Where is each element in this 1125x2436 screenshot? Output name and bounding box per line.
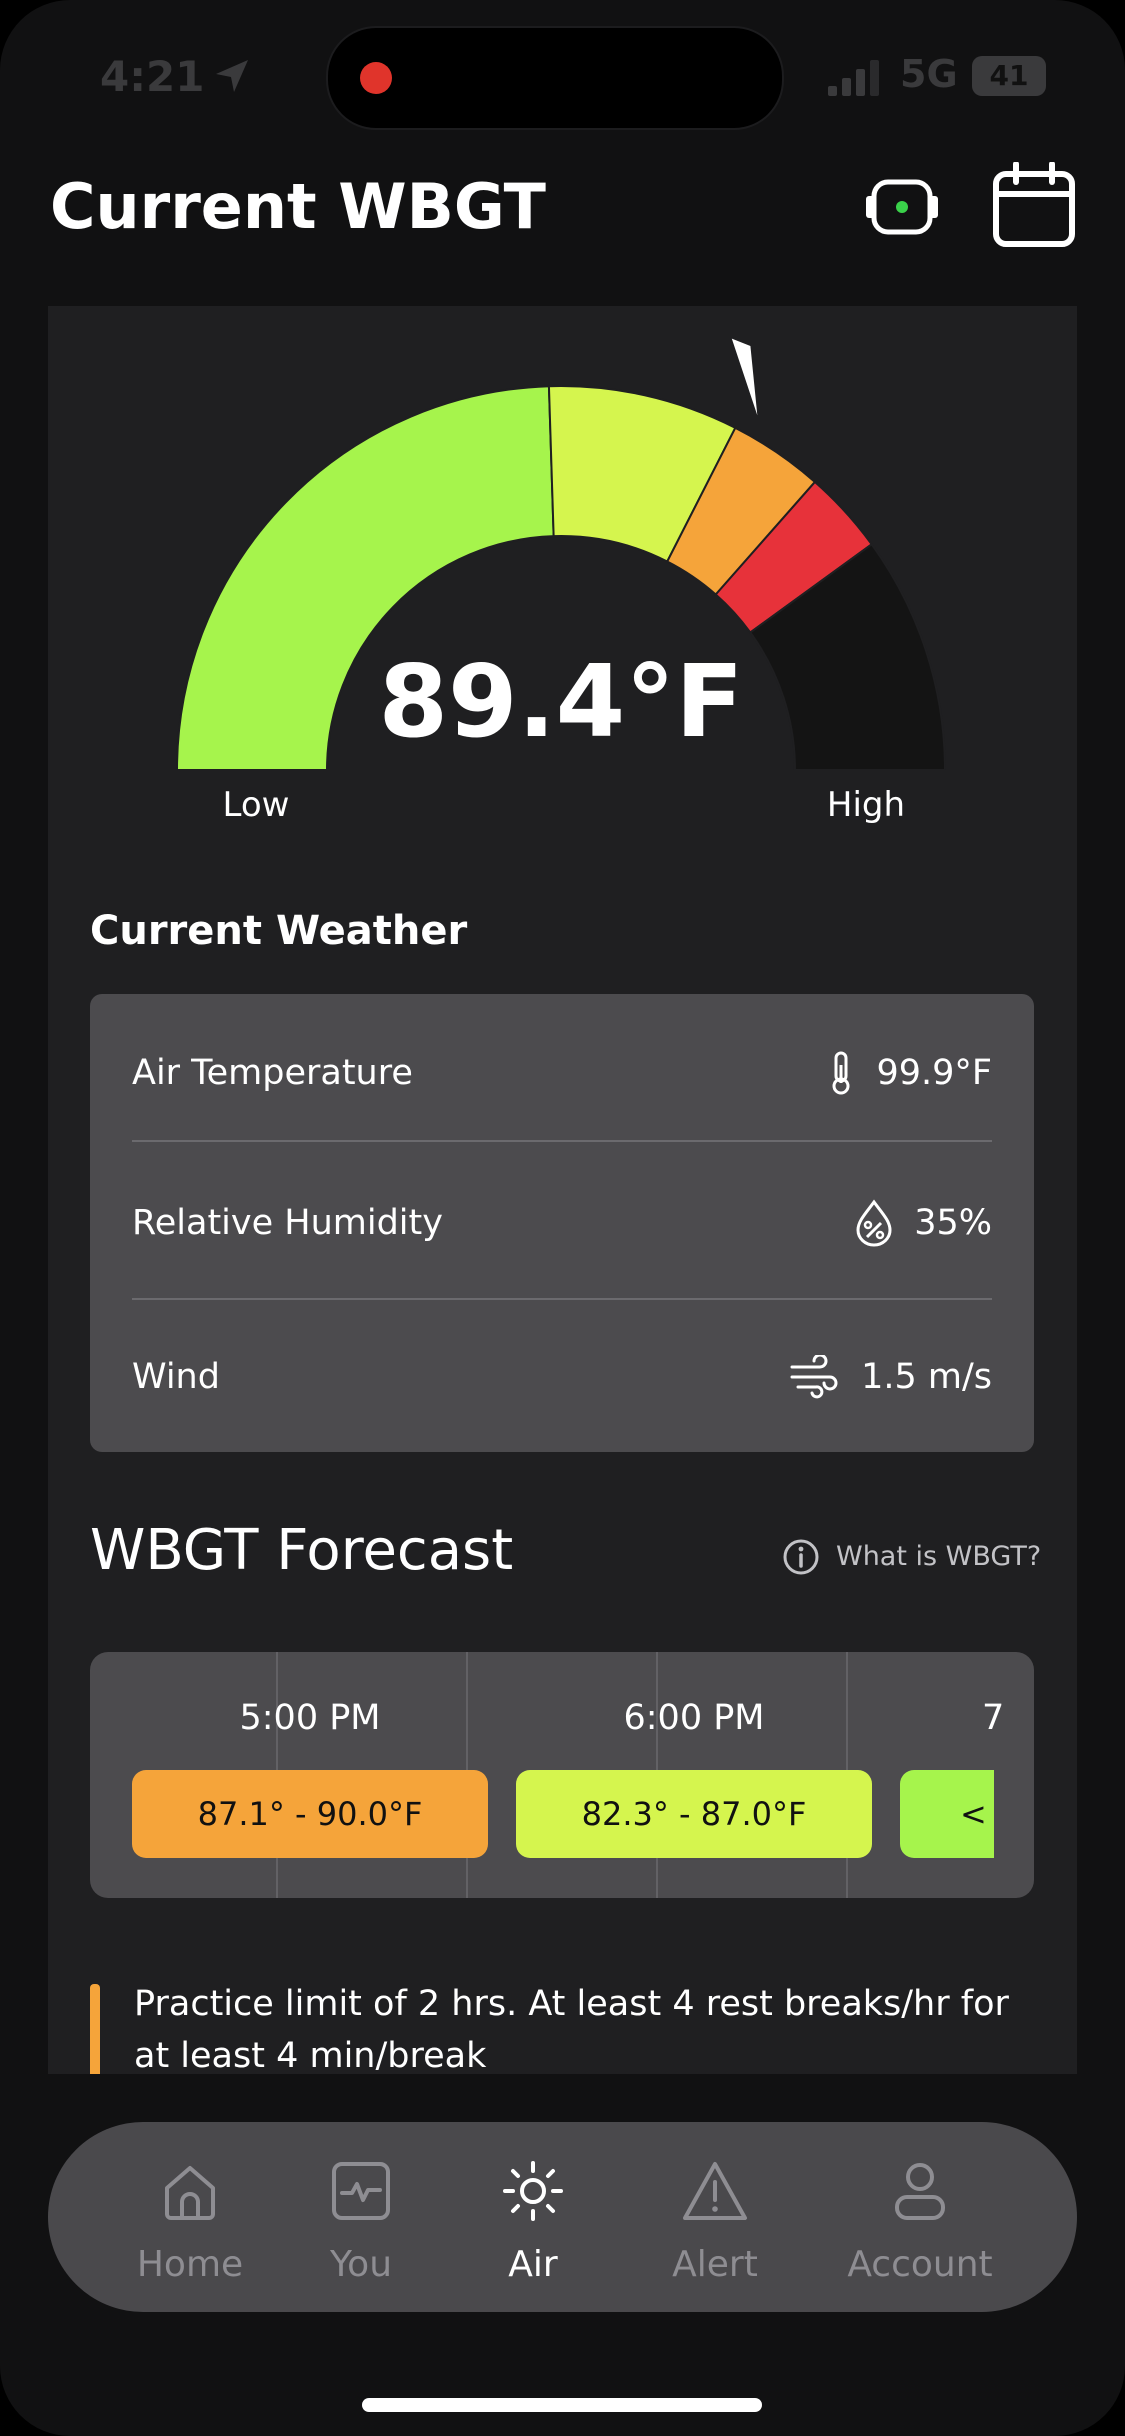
tab-alert-label: Alert	[672, 2244, 758, 2285]
tab-air-label: Air	[508, 2244, 558, 2285]
network-type: 5G	[900, 52, 958, 96]
location-arrow-icon	[216, 60, 248, 92]
sun-icon	[503, 2161, 563, 2221]
weather-row-relative-humidity: Relative Humidity 35%	[132, 1144, 992, 1302]
relative-humidity-value: 35%	[914, 1203, 992, 1243]
wearable-device-icon[interactable]	[864, 176, 940, 238]
gauge-pointer-icon	[731, 338, 758, 416]
gauge-high-label: High	[827, 785, 905, 825]
wbgt-gauge: 89.4°F Low High	[175, 338, 947, 825]
tab-account-label: Account	[847, 2244, 993, 2285]
wind-icon	[790, 1355, 838, 1399]
air-temperature-label: Air Temperature	[132, 1053, 413, 1093]
forecast-range-3[interactable]: <	[900, 1770, 994, 1858]
guidance-text: Practice limit of 2 hrs. At least 4 rest…	[134, 1984, 1009, 2074]
tab-you[interactable]: You	[306, 2122, 416, 2312]
tab-you-label: You	[329, 2244, 393, 2285]
forecast-time-3: 7	[982, 1698, 1005, 1738]
tab-home[interactable]: Home	[118, 2122, 262, 2312]
forecast-card[interactable]: 5:00 PM 87.1° - 90.0°F 6:00 PM 82.3° - 8…	[90, 1652, 1034, 1898]
info-icon	[783, 1539, 819, 1575]
relative-humidity-label: Relative Humidity	[132, 1203, 443, 1243]
thermometer-icon	[832, 1051, 850, 1095]
phone-screen: 4:21 5G 41 Current WBGT 89.4°F Low High …	[0, 0, 1125, 2436]
wbgt-forecast-title: WBGT Forecast	[90, 1518, 514, 1583]
air-temperature-value: 99.9°F	[876, 1053, 992, 1093]
calendar-icon[interactable]	[992, 162, 1076, 248]
status-time: 4:21	[100, 52, 205, 101]
cellular-signal-icon	[828, 60, 879, 96]
tab-bar: Home You Air Alert Account	[48, 2122, 1077, 2312]
forecast-time-1: 5:00 PM	[239, 1698, 381, 1738]
home-icon	[165, 2166, 215, 2220]
humidity-drop-icon	[856, 1199, 892, 1247]
tab-alert[interactable]: Alert	[654, 2122, 776, 2312]
status-bar: 4:21 5G 41	[0, 0, 1125, 160]
guidance-accent-bar	[90, 1984, 100, 2074]
tab-home-label: Home	[136, 2244, 244, 2285]
gauge-value: 89.4°F	[378, 643, 743, 760]
weather-row-air-temperature: Air Temperature 99.9°F	[132, 994, 992, 1152]
wind-label: Wind	[132, 1357, 220, 1397]
gauge-low-label: Low	[223, 785, 290, 825]
current-weather-card: Air Temperature 99.9°F Relative Humidity…	[90, 994, 1034, 1452]
content-panel: 89.4°F Low High Current Weather Air Temp…	[48, 306, 1077, 2074]
weather-row-wind: Wind 1.5 m/s	[132, 1298, 992, 1456]
weather-divider	[132, 1140, 992, 1142]
forecast-range-1[interactable]: 87.1° - 90.0°F	[132, 1770, 488, 1858]
forecast-time-2: 6:00 PM	[623, 1698, 765, 1738]
what-is-wbgt-text: What is WBGT?	[836, 1541, 1042, 1572]
alert-triangle-icon	[683, 2162, 747, 2220]
page-title: Current WBGT	[50, 170, 546, 243]
activity-icon	[332, 2162, 390, 2220]
battery-icon: 41	[972, 56, 1046, 96]
tab-air[interactable]: Air	[478, 2122, 588, 2312]
user-icon	[895, 2163, 945, 2220]
current-weather-title: Current Weather	[90, 908, 468, 954]
tab-account[interactable]: Account	[838, 2122, 1002, 2312]
recording-indicator-icon	[360, 62, 392, 94]
forecast-range-2[interactable]: 82.3° - 87.0°F	[516, 1770, 872, 1858]
wind-value: 1.5 m/s	[861, 1357, 992, 1397]
home-indicator	[362, 2398, 762, 2412]
dynamic-island	[326, 26, 784, 130]
